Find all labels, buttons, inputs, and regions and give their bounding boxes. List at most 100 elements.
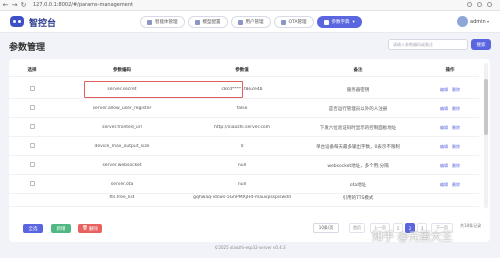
menu-icon[interactable] bbox=[487, 2, 492, 7]
param-code: tts.free_list bbox=[109, 195, 135, 200]
nav-param-dictionary[interactable]: 参数字典 ▾ bbox=[316, 16, 362, 28]
param-value: false bbox=[236, 106, 248, 111]
row-checkbox[interactable] bbox=[29, 143, 35, 148]
dict-icon bbox=[323, 19, 329, 25]
page-size-select[interactable]: 10条/页 bbox=[313, 223, 339, 233]
model-icon bbox=[194, 19, 200, 25]
param-remark: 单台设备每天最多输出字数，0表示不限制 bbox=[316, 144, 400, 150]
ota-icon bbox=[280, 19, 286, 25]
page-button-2[interactable]: 2 bbox=[405, 223, 415, 233]
bulk-delete-label: 删除 bbox=[88, 226, 98, 232]
row-checkbox[interactable] bbox=[29, 105, 35, 110]
table-scrollbar-thumb[interactable] bbox=[484, 79, 488, 135]
param-remark: websocket地址，多个用;分隔 bbox=[327, 163, 389, 169]
search-button[interactable]: 搜索 bbox=[471, 39, 491, 50]
total-records: 共18条记录 bbox=[460, 223, 482, 228]
edit-button[interactable]: 编辑 bbox=[440, 125, 448, 130]
app-title: 智控台 bbox=[29, 19, 57, 29]
table-row: server.fronted_url http://xiaozhi.server… bbox=[9, 119, 479, 137]
delete-button[interactable]: 删除 bbox=[452, 87, 460, 92]
prev-page-button[interactable]: 上一页 bbox=[370, 223, 390, 233]
page-size-value: 10条/页 bbox=[318, 225, 334, 230]
chevron-down-icon: ▾ bbox=[352, 19, 355, 25]
param-value: 0 bbox=[240, 144, 244, 149]
edit-button[interactable]: 编辑 bbox=[440, 106, 448, 111]
bulk-delete-button[interactable]: 🗑 删除 bbox=[78, 224, 102, 233]
table-row: server.ota null ota地址 编辑 删除 bbox=[9, 176, 479, 194]
delete-button[interactable]: 删除 bbox=[452, 163, 460, 168]
table-row: server.allow_user_register false 是否运行管理员… bbox=[9, 100, 479, 118]
nav-ota-management[interactable]: OTA管理 bbox=[273, 16, 314, 28]
param-value: http://xiaozhi.server.com bbox=[214, 125, 270, 130]
param-code: server.websocket bbox=[102, 163, 142, 168]
edit-button[interactable]: 编辑 bbox=[440, 163, 448, 168]
delete-button[interactable]: 删除 bbox=[452, 106, 460, 111]
delete-button[interactable]: 删除 bbox=[452, 144, 460, 149]
column-header-select: 选择 bbox=[27, 67, 37, 73]
table-row: device_max_output_size 0 单台设备每天最多输出字数，0表… bbox=[9, 138, 479, 156]
avatar[interactable] bbox=[457, 16, 468, 27]
nav-label: OTA管理 bbox=[288, 20, 307, 25]
add-button[interactable]: 新增 bbox=[51, 224, 71, 233]
row-checkbox[interactable] bbox=[29, 162, 35, 167]
row-checkbox[interactable] bbox=[29, 124, 35, 129]
nav-label: 智能体管理 bbox=[155, 20, 178, 25]
table-row: server.websocket null websocket地址，多个用;分隔… bbox=[9, 157, 479, 175]
param-remark: ota地址 bbox=[349, 182, 367, 188]
edit-button[interactable]: 编辑 bbox=[440, 144, 448, 149]
row-checkbox[interactable] bbox=[29, 86, 35, 91]
column-header-actions: 操作 bbox=[445, 67, 455, 73]
reload-icon[interactable]: ↻ bbox=[20, 1, 27, 9]
select-all-button[interactable]: 全选 bbox=[23, 224, 43, 233]
delete-button[interactable]: 删除 bbox=[452, 182, 460, 187]
search-input[interactable] bbox=[388, 39, 468, 50]
nav-label: 模型配置 bbox=[202, 20, 221, 25]
page-title: 参数管理 bbox=[9, 43, 46, 53]
user-name[interactable]: admin bbox=[470, 19, 486, 25]
profile-icon[interactable] bbox=[477, 2, 482, 7]
back-icon[interactable]: ← bbox=[2, 1, 9, 9]
params-table-card: 选择 参数编码 参数值 备注 操作 server.secret c8cd****… bbox=[9, 59, 490, 242]
column-header-remark: 备注 bbox=[353, 67, 363, 73]
delete-button[interactable]: 删除 bbox=[452, 125, 460, 130]
app-header: 智控台 智能体管理 模型配置 用户管理 OTA管理 参数字典 ▾ admin ▾ bbox=[0, 11, 500, 33]
nav-agent-management[interactable]: 智能体管理 bbox=[140, 16, 185, 28]
browser-bar: ← → ↻ 127.0.0.1:8002/#/params-management bbox=[0, 0, 500, 11]
param-value: null bbox=[237, 163, 247, 168]
table-header: 选择 参数编码 参数值 备注 操作 bbox=[9, 63, 479, 77]
table-row: server.secret c8cd****1f8e2e4b 服务器密钥 编辑删… bbox=[9, 81, 479, 99]
forward-icon[interactable]: → bbox=[11, 1, 18, 9]
trash-icon: 🗑 bbox=[82, 226, 88, 231]
param-code: server.secret bbox=[107, 87, 137, 92]
next-page-button[interactable]: 下一页 bbox=[431, 223, 453, 233]
page-button-1[interactable]: 1 bbox=[393, 223, 403, 233]
param-remark: 下发六位验证码时显示的控制面板地址 bbox=[319, 125, 397, 131]
param-value: null bbox=[237, 182, 247, 187]
app-window: ← → ↻ 127.0.0.1:8002/#/params-management… bbox=[0, 0, 500, 258]
param-remark: 服务器密钥 bbox=[346, 87, 370, 93]
first-page-button[interactable]: 首页 bbox=[349, 223, 365, 233]
param-code: server.ota bbox=[110, 182, 134, 187]
users-icon bbox=[237, 19, 243, 25]
table-row: tts.free_list gqhwaq-idcws-5GhPMXjHd-mau… bbox=[9, 195, 479, 207]
param-code: server.allow_user_register bbox=[92, 106, 152, 111]
edit-button[interactable]: 编辑 bbox=[440, 87, 448, 92]
user-menu-chevron-icon[interactable]: ▾ bbox=[487, 19, 489, 24]
robot-icon bbox=[147, 19, 152, 25]
address-bar[interactable]: 127.0.0.1:8002/#/params-management bbox=[33, 2, 133, 8]
param-remark: 引用的TTS模式 bbox=[342, 196, 374, 201]
row-checkbox[interactable] bbox=[29, 181, 35, 186]
param-code: device_max_output_size bbox=[94, 144, 150, 149]
param-value: c8cd****1f8e2e4b bbox=[221, 87, 263, 92]
nav-model-config[interactable]: 模型配置 bbox=[187, 16, 228, 28]
main-nav: 智能体管理 模型配置 用户管理 OTA管理 参数字典 ▾ bbox=[140, 16, 362, 28]
extension-icon[interactable] bbox=[467, 2, 472, 7]
param-code: server.fronted_url bbox=[102, 125, 142, 130]
nav-label: 参数字典 bbox=[331, 20, 350, 25]
edit-button[interactable]: 编辑 bbox=[440, 182, 448, 187]
browser-controls bbox=[467, 2, 492, 7]
page-button-3[interactable]: 3 bbox=[417, 223, 427, 233]
nav-label: 用户管理 bbox=[245, 20, 264, 25]
nav-user-management[interactable]: 用户管理 bbox=[230, 16, 271, 28]
param-value: gqhwaq-idcws-5GhPMXjHd-mauvpsspiswdd bbox=[193, 195, 291, 200]
